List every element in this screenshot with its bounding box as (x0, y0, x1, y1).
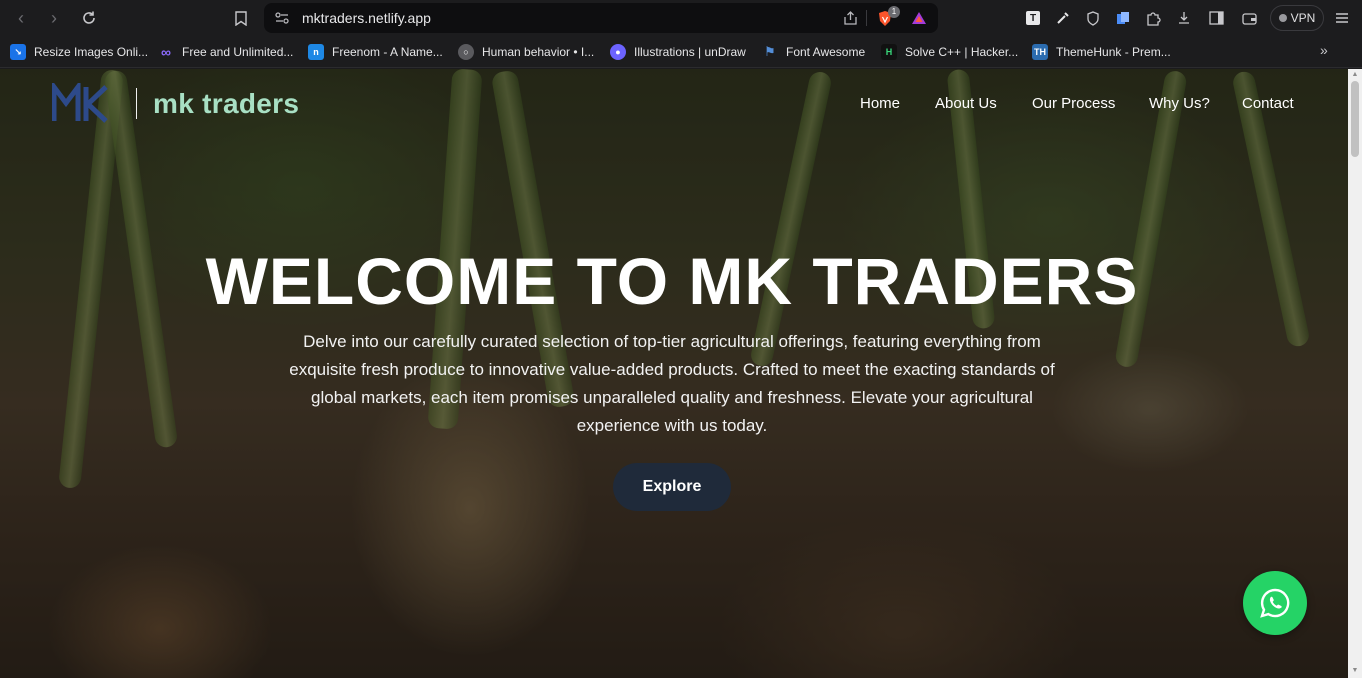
browser-toolbar: ‹ › mktraders.netlify.app 1 T VPN (0, 0, 1362, 36)
infinity-icon: ∞ (161, 44, 171, 60)
copy-extension-icon[interactable] (1114, 9, 1132, 27)
nav-about-us[interactable]: About Us (935, 95, 997, 112)
freenom-icon: n (308, 44, 324, 60)
extension-t-icon[interactable]: T (1024, 9, 1042, 27)
hero-title: WELCOME TO MK TRADERS (205, 244, 1139, 318)
reload-icon[interactable] (77, 6, 101, 30)
share-icon[interactable] (842, 10, 858, 26)
logo-divider (136, 88, 137, 119)
forward-icon[interactable]: › (42, 6, 66, 30)
whatsapp-button[interactable] (1243, 571, 1307, 635)
bookmark-label: Illustrations | unDraw (634, 45, 746, 59)
mk-logo-icon[interactable] (52, 83, 110, 123)
bookmark-item[interactable]: ↘ Resize Images Onli... (10, 43, 148, 61)
address-bar[interactable]: mktraders.netlify.app 1 (264, 3, 938, 33)
url-text[interactable]: mktraders.netlify.app (302, 10, 431, 26)
globe-icon: ○ (458, 44, 474, 60)
shields-count-badge: 1 (888, 6, 900, 18)
bookmark-item[interactable]: TH ThemeHunk - Prem... (1032, 43, 1171, 61)
bookmark-label: Solve C++ | Hacker... (905, 45, 1019, 59)
brave-rewards-icon[interactable] (911, 10, 927, 26)
resize-images-icon: ↘ (10, 44, 26, 60)
more-bookmarks-icon[interactable]: » (1320, 42, 1328, 58)
bookmark-item[interactable]: ● Illustrations | unDraw (610, 43, 746, 61)
page-scrollbar[interactable]: ▲ ▼ (1348, 69, 1362, 678)
scroll-up-icon[interactable]: ▲ (1351, 71, 1359, 79)
extensions-puzzle-icon[interactable] (1144, 9, 1162, 27)
explore-button[interactable]: Explore (613, 463, 731, 511)
hackerrank-icon: H (881, 44, 897, 60)
font-awesome-flag-icon: ⚑ (764, 44, 776, 59)
hero-section: mk traders Home About Us Our Process Why… (0, 69, 1348, 678)
sidebar-toggle-icon[interactable] (1207, 9, 1225, 27)
bookmark-label: Free and Unlimited... (182, 45, 294, 59)
eyedropper-icon[interactable] (1054, 9, 1072, 27)
bookmark-label: Resize Images Onli... (34, 45, 149, 59)
site-settings-icon[interactable] (274, 10, 290, 26)
scroll-thumb[interactable] (1351, 81, 1359, 157)
back-icon[interactable]: ‹ (9, 6, 33, 30)
bookmark-item[interactable]: H Solve C++ | Hacker... (881, 43, 1018, 61)
nav-home[interactable]: Home (860, 95, 900, 112)
bookmark-label: Freenom - A Name... (332, 45, 443, 59)
bookmark-page-icon[interactable] (229, 6, 253, 30)
bookmarks-bar: ↘ Resize Images Onli... ∞ Free and Unlim… (0, 36, 1362, 68)
menu-icon[interactable] (1333, 9, 1351, 27)
undraw-icon: ● (610, 44, 626, 60)
bookmark-label: Human behavior • I... (482, 45, 595, 59)
bookmark-label: ThemeHunk - Prem... (1056, 45, 1171, 59)
wallet-icon[interactable] (1240, 9, 1258, 27)
vpn-button[interactable]: VPN (1270, 5, 1324, 31)
shield-extension-icon[interactable] (1084, 9, 1102, 27)
bookmark-item[interactable]: n Freenom - A Name... (308, 43, 443, 61)
vpn-label: VPN (1290, 11, 1316, 25)
hero-description: Delve into our carefully curated selecti… (289, 332, 1055, 435)
themehunk-icon: TH (1032, 44, 1048, 60)
vpn-status-icon (1278, 14, 1287, 22)
scroll-down-icon[interactable]: ▼ (1351, 667, 1359, 675)
downloads-icon[interactable] (1175, 9, 1193, 27)
bookmark-item[interactable]: ○ Human behavior • I... (458, 43, 594, 61)
nav-why-us[interactable]: Why Us? (1149, 95, 1210, 112)
bookmark-item[interactable]: ⚑ Font Awesome (762, 43, 865, 61)
brand-name[interactable]: mk traders (153, 88, 299, 120)
whatsapp-icon (1260, 588, 1290, 618)
urlbar-divider (866, 10, 867, 26)
nav-contact[interactable]: Contact (1242, 95, 1294, 112)
bookmark-label: Font Awesome (786, 45, 866, 59)
bookmark-item[interactable]: ∞ Free and Unlimited... (158, 43, 293, 61)
nav-our-process[interactable]: Our Process (1032, 95, 1115, 112)
